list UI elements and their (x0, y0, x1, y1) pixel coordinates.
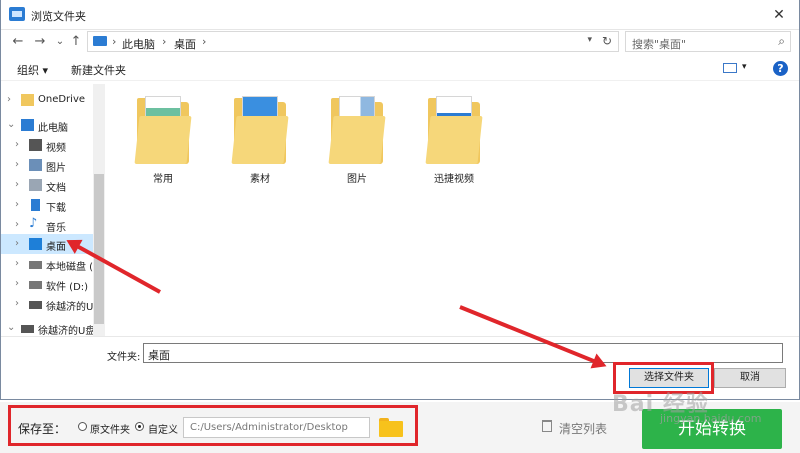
chevron-down-icon[interactable]: ▾ (587, 35, 592, 45)
desktop-icon (29, 238, 42, 250)
sidebar-item-label: 软件 (D:) (46, 282, 89, 293)
back-arrow-icon[interactable]: ← (9, 33, 27, 51)
folder-label: 图片 (347, 174, 367, 185)
close-button[interactable]: ✕ (765, 2, 793, 28)
folder-label: 素材 (250, 174, 270, 185)
forward-arrow-icon[interactable]: → (31, 33, 49, 51)
breadcrumb-separator-icon[interactable]: › (202, 35, 206, 48)
sidebar-item-label: OneDrive (38, 94, 86, 105)
folder-item[interactable]: 图片 (317, 96, 397, 196)
search-box[interactable]: 搜索"桌面" ⌕ (625, 31, 791, 52)
sidebar-item-label: 本地磁盘 ( (46, 262, 94, 273)
sidebar-item-music[interactable]: › ♪ 音乐 (1, 215, 93, 235)
computer-icon (93, 36, 107, 46)
breadcrumb-separator-icon[interactable]: › (162, 35, 166, 48)
sidebar-scrollbar[interactable] (93, 84, 105, 336)
sidebar-item-documents[interactable]: › 文档 (1, 175, 93, 195)
breadcrumb-separator-icon[interactable]: › (112, 35, 116, 48)
sidebar-item-videos[interactable]: › 视频 (1, 135, 93, 155)
watermark-url: jingyan.baidu.com (660, 412, 762, 425)
folder-item[interactable]: 常用 (123, 96, 203, 196)
folder-icon (134, 116, 192, 164)
dialog-title: 浏览文件夹 (31, 10, 86, 23)
computer-icon (21, 119, 34, 131)
organize-menu[interactable]: 组织 ▾ (17, 62, 48, 78)
highlight-save-options (8, 405, 418, 446)
chevron-down-icon[interactable]: ⌄ (7, 322, 15, 333)
folder-name-input[interactable]: 桌面 (143, 343, 783, 363)
chevron-right-icon[interactable]: › (15, 258, 19, 269)
chevron-right-icon[interactable]: › (15, 139, 19, 150)
picture-icon (29, 159, 42, 171)
sidebar-item-label: 下载 (46, 203, 66, 214)
download-icon (31, 199, 40, 211)
document-icon (29, 179, 42, 191)
chevron-right-icon[interactable]: › (7, 94, 11, 105)
toolbar: 组织 ▾ 新建文件夹 ▾ ? (1, 57, 799, 81)
address-bar[interactable]: › 此电脑 › 桌面 › ▾ ↻ (87, 31, 619, 52)
drive-icon (29, 281, 42, 289)
sidebar-item-onedrive[interactable]: › OneDrive (1, 90, 93, 110)
usb-icon (21, 325, 34, 333)
folder-icon (328, 116, 386, 164)
folder-item[interactable]: 素材 (220, 96, 300, 196)
refresh-icon[interactable]: ↻ (602, 34, 612, 48)
folder-icon (21, 94, 34, 106)
folder-label: 常用 (153, 174, 173, 185)
title-bar: 浏览文件夹 ✕ (1, 0, 799, 30)
search-icon[interactable]: ⌕ (778, 34, 785, 49)
sidebar-item-label: 图片 (46, 163, 66, 174)
folder-label: 迅捷视频 (434, 174, 474, 185)
scrollbar-thumb[interactable] (94, 174, 104, 324)
folder-item[interactable]: 迅捷视频 (414, 96, 494, 196)
divider (1, 336, 799, 337)
chevron-right-icon[interactable]: › (15, 219, 19, 230)
chevron-right-icon[interactable]: › (15, 199, 19, 210)
folder-icon (425, 116, 483, 164)
sidebar-item-label: 徐越济的U (46, 302, 94, 313)
sidebar-item-label: 此电脑 (38, 123, 68, 134)
breadcrumb-desktop[interactable]: 桌面 (174, 36, 196, 52)
navigation-bar: ← → ⌄ ↑ › 此电脑 › 桌面 › ▾ ↻ 搜索"桌面" ⌕ (1, 30, 799, 54)
navigation-pane: › OneDrive ⌄ 此电脑 › 视频 › 图片 › 文档 › 下载 › ♪… (1, 84, 105, 336)
sidebar-item-label: 文档 (46, 183, 66, 194)
sidebar-item-downloads[interactable]: › 下载 (1, 195, 93, 215)
folder-icon (231, 116, 289, 164)
sidebar-item-label: 徐越济的U盘 (38, 326, 96, 336)
chevron-right-icon[interactable]: › (15, 278, 19, 289)
view-options-icon[interactable] (723, 63, 737, 73)
chevron-right-icon[interactable]: › (15, 238, 19, 249)
music-icon: ♪ (29, 216, 38, 231)
new-folder-button[interactable]: 新建文件夹 (71, 62, 126, 78)
search-input[interactable]: 搜索"桌面" (632, 36, 686, 52)
folder-view: 常用 素材 图片 迅捷视频 (107, 84, 799, 336)
chevron-right-icon[interactable]: › (15, 159, 19, 170)
sidebar-item-this-pc[interactable]: ⌄ 此电脑 (1, 115, 93, 135)
chevron-right-icon[interactable]: › (15, 179, 19, 190)
sidebar-item-usb-drive[interactable]: › 徐越济的U (1, 294, 93, 314)
chevron-down-icon[interactable]: ▾ (742, 62, 747, 72)
browse-folder-dialog: 浏览文件夹 ✕ ← → ⌄ ↑ › 此电脑 › 桌面 › ▾ ↻ 搜索"桌面" … (0, 0, 800, 400)
sidebar-item-usb-root[interactable]: ⌄ 徐越济的U盘 (1, 318, 96, 336)
video-icon (29, 139, 42, 151)
up-arrow-icon[interactable]: ↑ (67, 33, 85, 51)
clear-list-button[interactable]: 清空列表 (559, 420, 607, 437)
sidebar-item-label: 音乐 (46, 223, 66, 234)
breadcrumb-this-pc[interactable]: 此电脑 (122, 36, 155, 52)
sidebar-item-software-d[interactable]: › 软件 (D:) (1, 274, 93, 294)
dialog-icon (9, 7, 25, 21)
chevron-right-icon[interactable]: › (15, 298, 19, 309)
sidebar-item-pictures[interactable]: › 图片 (1, 155, 93, 175)
sidebar-item-label: 视频 (46, 143, 66, 154)
cancel-button[interactable]: 取消 (714, 368, 786, 388)
drive-icon (29, 261, 42, 269)
chevron-down-icon[interactable]: ⌄ (7, 119, 15, 130)
folder-name-label: 文件夹: (107, 352, 141, 363)
help-icon[interactable]: ? (773, 61, 788, 76)
drive-icon (29, 301, 42, 309)
screen: 浏览文件夹 ✕ ← → ⌄ ↑ › 此电脑 › 桌面 › ▾ ↻ 搜索"桌面" … (0, 0, 800, 453)
sidebar-item-local-disk[interactable]: › 本地磁盘 ( (1, 254, 93, 274)
trash-icon[interactable] (542, 420, 552, 432)
